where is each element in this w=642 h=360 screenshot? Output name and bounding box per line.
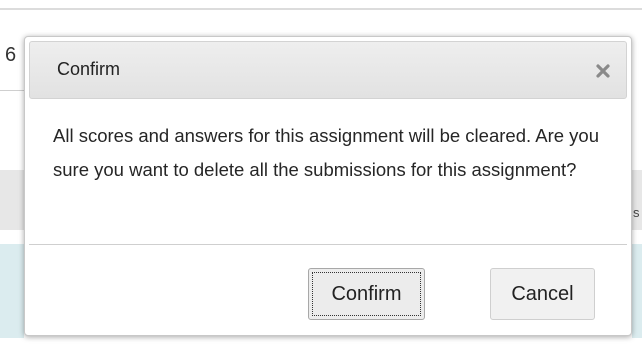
dialog-titlebar[interactable]: Confirm [29, 41, 627, 99]
background-table-row-blue-right [632, 244, 642, 338]
confirm-button-label: Confirm [331, 283, 402, 305]
background-table-row-gray [0, 170, 24, 230]
background-underline [0, 90, 24, 91]
background-table-row-blue [0, 244, 24, 338]
confirm-dialog: Confirm All scores and answers for this … [24, 36, 632, 336]
close-button[interactable] [590, 58, 616, 84]
background-text-fragment-left: 6 [5, 44, 17, 66]
background-footer [0, 338, 642, 360]
dialog-divider [29, 244, 627, 245]
background-table-row-gray-right [632, 170, 642, 230]
background-text-fragment-right: s [633, 205, 640, 220]
cancel-button[interactable]: Cancel [490, 268, 595, 320]
close-icon [596, 64, 610, 78]
dialog-message: All scores and answers for this assignme… [53, 125, 600, 180]
background-divider [0, 8, 642, 10]
confirm-button[interactable]: Confirm [308, 268, 425, 320]
dialog-title: Confirm [57, 59, 121, 79]
